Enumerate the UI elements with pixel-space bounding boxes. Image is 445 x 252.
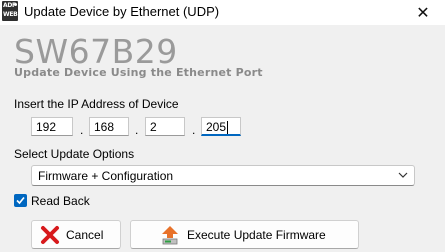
ip-separator: . — [80, 123, 84, 137]
window-title: Update Device by Ethernet (UDP) — [24, 4, 220, 19]
close-icon: ✕ — [416, 3, 430, 22]
ip-octet-3-input[interactable]: 2 — [145, 117, 185, 136]
title-bar: ADF WEB Update Device by Ethernet (UDP) … — [0, 0, 445, 25]
ip-octet-4-input[interactable]: 205 — [201, 117, 241, 136]
ip-separator: . — [135, 123, 139, 137]
ip-address-label: Insert the IP Address of Device — [14, 97, 179, 111]
update-options-select[interactable]: Firmware + Configuration — [31, 165, 415, 186]
read-back-checkbox[interactable] — [14, 194, 27, 207]
upload-arrow-icon — [162, 226, 178, 245]
checkmark-icon — [16, 196, 25, 205]
text-caret — [227, 121, 229, 135]
ip-octet-1-input[interactable]: 192 — [31, 117, 73, 136]
adfweb-logo-icon: ADF WEB — [2, 1, 18, 21]
ip-octet-2-input[interactable]: 168 — [89, 117, 129, 136]
cancel-x-icon — [41, 226, 59, 244]
ip-octet-4-value: 205 — [206, 120, 227, 134]
update-options-value: Firmware + Configuration — [38, 169, 174, 183]
execute-update-button[interactable]: Execute Update Firmware — [130, 220, 359, 249]
update-options-label: Select Update Options — [14, 147, 135, 161]
logo-text-bottom: WEB — [3, 11, 18, 18]
execute-label: Execute Update Firmware — [187, 228, 326, 242]
close-button[interactable]: ✕ — [401, 0, 445, 25]
read-back-label: Read Back — [31, 194, 90, 208]
chevron-down-icon — [398, 172, 408, 178]
cancel-button[interactable]: Cancel — [31, 220, 121, 249]
page-subtitle: Update Device Using the Ethernet Port — [14, 66, 263, 79]
cancel-label: Cancel — [66, 228, 104, 242]
ip-separator: . — [192, 123, 196, 137]
